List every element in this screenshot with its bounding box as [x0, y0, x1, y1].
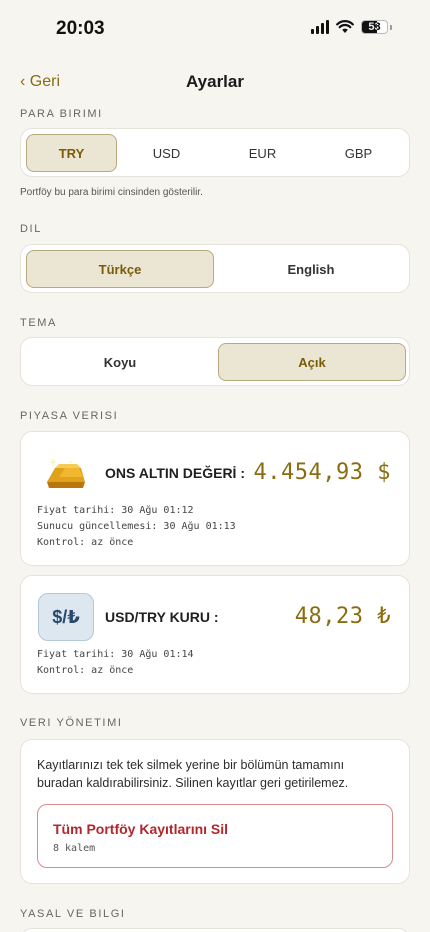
battery-cap [390, 24, 392, 30]
currency-exchange-icon: $/₺ [38, 593, 94, 641]
usd-try-card: $/₺ USD/TRY KURU : 48,23 ₺ Fiyat tarihi:… [20, 575, 410, 694]
cellular-signal-icon [311, 20, 329, 34]
theme-segmented-control: Koyu Açık [20, 337, 410, 386]
nav-bar: Ayarlar ‹ Geri [0, 66, 430, 96]
status-icons: 53 [311, 20, 392, 34]
battery-icon: 53 [361, 20, 388, 34]
delete-button-title: Tüm Portföy Kayıtlarını Sil [53, 821, 229, 837]
currency-segmented-control: TRY USD EUR GBP [20, 128, 410, 177]
usd-try-check-status: Kontrol: az önce [37, 665, 134, 676]
language-segmented-control: Türkçe English [20, 244, 410, 293]
usd-try-title: USD/TRY KURU : [105, 609, 219, 625]
gold-bar-icon [47, 458, 85, 488]
data-management-description: Kayıtlarınızı tek tek silmek yerine bir … [37, 758, 349, 790]
language-option-english[interactable]: English [218, 250, 404, 288]
currency-option-usd[interactable]: USD [121, 134, 212, 172]
theme-option-light[interactable]: Açık [218, 343, 406, 381]
status-time: 20:03 [56, 18, 105, 39]
page-title: Ayarlar [186, 72, 244, 91]
data-management-section-label: VERI YÖNETIMI [20, 717, 123, 729]
usd-try-value: 48,23 ₺ [294, 604, 391, 629]
usd-try-price-date: Fiyat tarihi: 30 Ağu 01:14 [37, 649, 194, 660]
legal-card [20, 928, 410, 932]
wifi-icon [336, 20, 354, 33]
theme-section-label: TEMA [20, 317, 57, 329]
currency-section-label: PARA BIRIMI [20, 108, 103, 120]
gold-check-status: Kontrol: az önce [37, 537, 134, 548]
currency-hint: Portföy bu para birimi cinsinden gösteri… [20, 187, 203, 198]
delete-all-portfolio-button[interactable]: Tüm Portföy Kayıtlarını Sil 8 kalem [37, 804, 393, 868]
gold-price-card: ONS ALTIN DEĞERİ : 4.454,93 $ Fiyat tari… [20, 431, 410, 566]
status-bar: 20:03 53 [0, 0, 430, 58]
currency-option-gbp[interactable]: GBP [313, 134, 404, 172]
gold-value: 4.454,93 $ [253, 460, 391, 485]
legal-section-label: YASAL VE BILGI [20, 908, 126, 920]
theme-option-dark[interactable]: Koyu [26, 343, 214, 381]
delete-button-subtitle: 8 kalem [53, 843, 96, 854]
language-option-turkce[interactable]: Türkçe [26, 250, 214, 288]
gold-server-update: Sunucu güncellemesi: 30 Ağu 01:13 [37, 521, 236, 532]
back-button[interactable]: ‹ Geri [20, 73, 60, 91]
data-management-card: Kayıtlarınızı tek tek silmek yerine bir … [20, 739, 410, 884]
market-section-label: PIYASA VERISI [20, 410, 119, 422]
gold-title: ONS ALTIN DEĞERİ : [105, 465, 245, 481]
language-section-label: DIL [20, 223, 42, 235]
currency-option-try[interactable]: TRY [26, 134, 117, 172]
gold-price-date: Fiyat tarihi: 30 Ağu 01:12 [37, 505, 194, 516]
battery-level: 53 [368, 21, 381, 33]
currency-option-eur[interactable]: EUR [217, 134, 308, 172]
